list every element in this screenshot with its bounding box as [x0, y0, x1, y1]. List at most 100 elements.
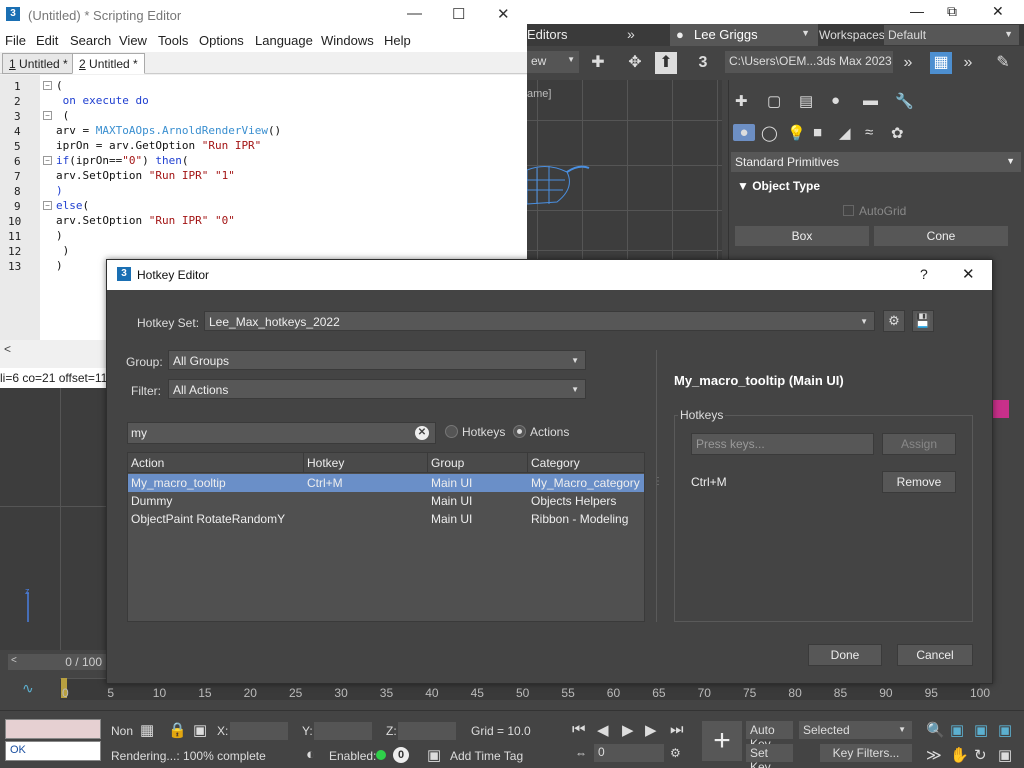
- time-tag-icon[interactable]: ▣: [427, 746, 441, 764]
- fold-toggle-icon[interactable]: −: [43, 111, 52, 120]
- set-key-button[interactable]: Set Key: [746, 744, 793, 768]
- motion-tab-icon[interactable]: ●: [831, 92, 840, 109]
- zoom-icon[interactable]: 🔍: [926, 721, 945, 739]
- fold-toggle-icon[interactable]: −: [43, 201, 52, 210]
- maximize-icon[interactable]: ☐: [452, 5, 465, 23]
- shapes-icon[interactable]: ◯: [761, 124, 778, 142]
- goto-end-icon[interactable]: ⏭: [670, 721, 684, 738]
- box-button[interactable]: Box: [735, 226, 869, 246]
- menu-tools[interactable]: Tools: [158, 33, 188, 48]
- viewport-top[interactable]: ame]: [527, 80, 722, 260]
- selected-set-dropdown[interactable]: Selected ▼: [799, 721, 912, 739]
- settings-gear-icon[interactable]: ⚙: [883, 310, 905, 332]
- chevron-right-icon[interactable]: »: [897, 52, 919, 74]
- menu-windows[interactable]: Windows: [321, 33, 374, 48]
- save-hotkey-set-icon[interactable]: 💾: [912, 310, 934, 332]
- workspaces-dropdown[interactable]: Default ▼: [884, 25, 1019, 45]
- hotkey-set-dropdown[interactable]: Lee_Max_hotkeys_2022 ▼: [204, 311, 875, 331]
- utilities-tab-icon[interactable]: 🔧: [895, 92, 914, 110]
- action-search-box[interactable]: ✕: [127, 422, 436, 444]
- display-tab-icon[interactable]: ▬: [863, 92, 878, 109]
- auto-key-button[interactable]: Auto Key: [746, 721, 793, 751]
- orbit-icon[interactable]: ↻: [974, 746, 987, 764]
- column-header-hotkey[interactable]: Hotkey: [304, 453, 428, 473]
- minimize-icon[interactable]: —: [407, 5, 422, 22]
- clear-search-icon[interactable]: ✕: [415, 426, 429, 440]
- paint-icon[interactable]: ✎: [992, 52, 1014, 74]
- zoom-all-icon[interactable]: ▣: [950, 721, 964, 739]
- user-account-dropdown[interactable]: ● Lee Griggs ▼: [670, 24, 818, 46]
- maximize-viewport-icon[interactable]: ▣: [998, 746, 1012, 764]
- select-object-icon[interactable]: ⬆: [655, 52, 677, 74]
- menu-search[interactable]: Search: [70, 33, 111, 48]
- fold-toggle-icon[interactable]: −: [43, 81, 52, 90]
- menu-language[interactable]: Language: [255, 33, 313, 48]
- project-path-dropdown[interactable]: C:\Users\OEM...3ds Max 2023: [725, 51, 893, 73]
- create-tab-icon[interactable]: ✚: [735, 92, 748, 110]
- lock-icon[interactable]: 🔒: [168, 721, 187, 739]
- y-coordinate-field[interactable]: [314, 722, 372, 740]
- scroll-left-icon[interactable]: <: [4, 342, 11, 356]
- geometry-icon[interactable]: ●: [733, 124, 755, 141]
- search-input[interactable]: [131, 425, 401, 441]
- pan-icon[interactable]: ✋: [950, 746, 969, 764]
- help-icon[interactable]: ?: [920, 266, 928, 282]
- enabled-count[interactable]: 0: [393, 747, 409, 763]
- menu-file[interactable]: File: [5, 33, 26, 48]
- tab-untitled-1[interactable]: 1 Untitled *: [2, 53, 75, 74]
- column-header-group[interactable]: Group: [428, 453, 528, 473]
- table-row[interactable]: Dummy Main UI Objects Helpers: [128, 492, 644, 510]
- splitter-handle-icon[interactable]: ⋮: [653, 476, 663, 487]
- color-swatch[interactable]: [993, 400, 1009, 418]
- radio-hotkeys[interactable]: Hotkeys: [445, 425, 505, 439]
- minimize-icon[interactable]: —: [910, 3, 924, 19]
- chevron-right-icon[interactable]: »: [627, 26, 635, 42]
- column-header-action[interactable]: Action: [128, 453, 304, 473]
- goto-start-icon[interactable]: ⏮: [572, 721, 586, 738]
- z-coordinate-field[interactable]: [398, 722, 456, 740]
- column-header-category[interactable]: Category: [528, 453, 644, 473]
- viewport-left[interactable]: z: [0, 388, 107, 650]
- save-icon[interactable]: ▦: [930, 52, 952, 74]
- close-icon[interactable]: ✕: [962, 265, 975, 283]
- modify-tab-icon[interactable]: ▢: [767, 92, 781, 110]
- curve-editor-icon[interactable]: ∿: [22, 680, 34, 697]
- zoom-extents-all-icon[interactable]: ▣: [998, 721, 1012, 739]
- snap-3d-icon[interactable]: 3: [692, 52, 714, 74]
- add-time-tag[interactable]: Add Time Tag: [450, 749, 523, 763]
- key-filters-button[interactable]: Key Filters...: [820, 744, 912, 762]
- space-warps-icon[interactable]: ≈: [865, 124, 873, 141]
- move-icon[interactable]: ✥: [624, 52, 646, 74]
- chevron-right-icon[interactable]: »: [957, 52, 979, 74]
- viewport-label[interactable]: ame]: [527, 88, 551, 100]
- play-icon[interactable]: ▶: [622, 721, 634, 739]
- radio-actions[interactable]: Actions: [513, 425, 569, 439]
- menu-view[interactable]: View: [119, 33, 147, 48]
- remove-button[interactable]: Remove: [882, 471, 956, 493]
- menu-help[interactable]: Help: [384, 33, 411, 48]
- helpers-icon[interactable]: ◢: [839, 124, 851, 142]
- menu-edit[interactable]: Edit: [36, 33, 58, 48]
- group-dropdown[interactable]: All Groups ▼: [168, 350, 586, 370]
- zoom-extents-icon[interactable]: ▣: [974, 721, 988, 739]
- press-keys-field[interactable]: [691, 433, 874, 455]
- menu-options[interactable]: Options: [199, 33, 244, 48]
- view-dropdown[interactable]: ew ▼: [527, 51, 579, 73]
- menu-editors[interactable]: Editors: [527, 27, 567, 42]
- cancel-button[interactable]: Cancel: [897, 644, 973, 666]
- absolute-mode-icon[interactable]: ▣: [193, 721, 207, 739]
- isolate-icon[interactable]: ▦: [140, 721, 154, 739]
- current-frame-field[interactable]: 0: [594, 744, 664, 762]
- field-of-view-icon[interactable]: ≫: [926, 746, 942, 764]
- previous-frame-icon[interactable]: ◀: [597, 721, 609, 739]
- cameras-icon[interactable]: ■: [813, 124, 822, 141]
- restore-icon[interactable]: ⧉: [947, 3, 957, 20]
- press-keys-input[interactable]: [696, 437, 866, 451]
- assign-button[interactable]: Assign: [882, 433, 956, 455]
- lights-icon[interactable]: 💡: [787, 124, 806, 142]
- cone-button[interactable]: Cone: [874, 226, 1008, 246]
- adaptive-degradation-icon[interactable]: ◐: [306, 746, 315, 763]
- time-config-icon[interactable]: ⚙: [670, 746, 681, 760]
- tab-untitled-2[interactable]: 2 Untitled *: [72, 53, 145, 74]
- next-frame-icon[interactable]: ▶: [645, 721, 657, 739]
